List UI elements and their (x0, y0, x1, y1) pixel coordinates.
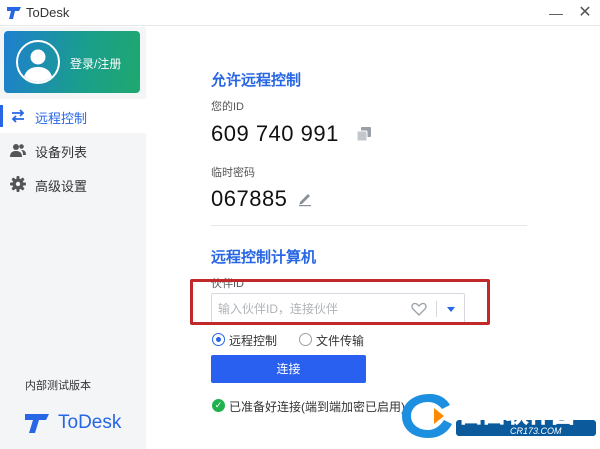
users-icon (10, 144, 26, 157)
device-id-value: 609 740 991 (211, 121, 339, 146)
avatar (16, 40, 60, 84)
close-button[interactable]: ✕ (574, 2, 596, 24)
radio-remote-control-label: 远程控制 (229, 334, 278, 348)
temp-password-value: 067885 (211, 186, 288, 211)
watermark-text: 西西软件园 (459, 402, 576, 428)
sidebar-item-label: 远程控制 (35, 111, 88, 126)
sidebar-item-remote-control[interactable]: 远程控制 (0, 99, 146, 133)
window-title: ToDesk (26, 5, 70, 20)
radio-remote-control[interactable] (212, 333, 225, 346)
sidebar-item-label: 设备列表 (35, 145, 88, 160)
sidebar-item-device-list[interactable]: 设备列表 (0, 133, 146, 167)
copy-icon[interactable] (356, 126, 372, 142)
title-bar: ToDesk — ✕ (0, 0, 600, 26)
section-divider (211, 225, 527, 226)
todesk-logo-icon (7, 7, 21, 19)
allow-remote-title: 允许远程控制 (211, 72, 302, 89)
radio-file-transfer-label: 文件传输 (316, 334, 365, 348)
sidebar-item-label: 高级设置 (35, 179, 88, 194)
login-card[interactable]: 登录/注册 (4, 31, 140, 93)
status-text: 已准备好连接(端到端加密已启用) (229, 400, 405, 414)
sidebar-item-advanced-settings[interactable]: 高级设置 (0, 167, 146, 201)
todesk-logo-icon (25, 414, 49, 433)
minimize-button[interactable]: — (545, 2, 567, 24)
version-label: 内部测试版本 (25, 380, 91, 392)
remote-control-computer-title: 远程控制计算机 (211, 249, 317, 266)
your-id-label: 您的ID (211, 101, 244, 113)
watermark-site: CR173.COM (510, 426, 562, 436)
login-register-label: 登录/注册 (70, 57, 122, 71)
radio-file-transfer[interactable] (299, 333, 312, 346)
connect-button[interactable]: 连接 (211, 355, 366, 383)
brand-name: ToDesk (58, 412, 122, 433)
edit-pencil-icon[interactable] (297, 191, 313, 207)
temp-password-label: 临时密码 (211, 167, 255, 179)
check-circle-icon: ✓ (212, 399, 225, 412)
sidebar: 登录/注册 远程控制 设备列表 高级设置 内部测试版本 ToDesk (0, 27, 146, 449)
gear-icon (10, 176, 26, 192)
user-avatar-icon (23, 49, 53, 82)
swap-arrows-icon (11, 109, 25, 123)
highlight-frame (190, 279, 490, 325)
